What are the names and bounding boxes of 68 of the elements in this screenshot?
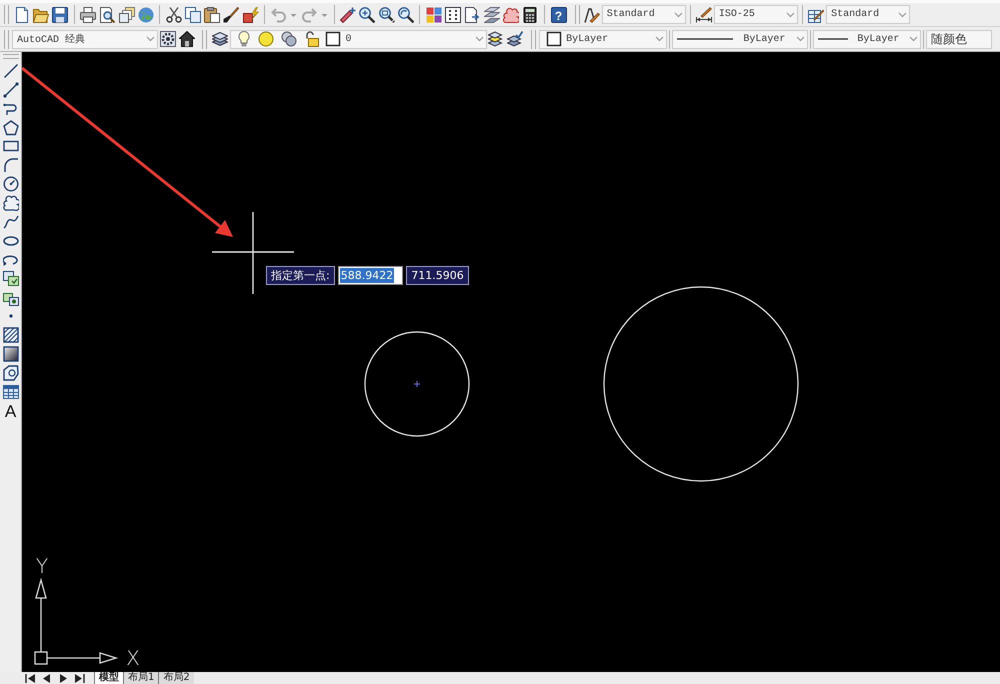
hatch-icon[interactable] [2,327,18,344]
table-style-dropdown[interactable]: Standard [826,5,910,24]
coordinate-field[interactable]: 588.9422 [338,266,404,285]
cloud-icon[interactable] [502,6,519,22]
color-grid-icon[interactable] [426,6,442,22]
brush-icon[interactable] [223,6,240,22]
plot-style-dropdown[interactable]: 随颜色 [926,30,992,48]
color-swatch-icon[interactable] [546,31,562,47]
origin-square [34,651,48,665]
spline-icon[interactable] [2,214,18,230]
line-endpoints-icon[interactable] [2,82,18,98]
cloud-outline-icon[interactable] [2,195,18,212]
line-icon[interactable] [2,62,18,79]
skip-right-icon[interactable] [72,672,86,684]
printer-icon[interactable] [80,6,96,22]
prompt-label: 指定第一点: [266,266,335,285]
layout-tab[interactable]: 布局2 [158,672,194,684]
disc-pair-icon[interactable] [280,31,297,47]
magnifier-icon[interactable] [398,6,414,22]
skip-left-icon[interactable] [24,672,38,684]
folder-icon[interactable] [32,6,49,22]
page-arrow-icon[interactable] [464,6,480,22]
pentagon-icon[interactable] [2,120,18,136]
magnifier-window-icon[interactable] [378,6,395,22]
calculator-icon[interactable] [522,6,538,22]
squares-tick-icon[interactable] [2,270,18,287]
square-bolt-icon[interactable] [242,6,259,22]
center-mark-icon [414,380,420,388]
region-icon[interactable] [2,365,18,382]
new-file-icon[interactable] [14,6,30,22]
layout-tab[interactable]: 布局1 [123,672,158,684]
color-swatch-icon[interactable] [324,31,341,47]
clipboard-icon[interactable] [204,6,220,22]
workspace-dropdown[interactable]: AutoCAD 经典 [12,30,158,48]
magnifier-plus-icon[interactable] [359,6,376,22]
circle-icon[interactable] [2,176,18,192]
bulb-icon[interactable] [236,31,252,47]
dimension-style-dropdown[interactable]: ISO-25 [714,5,798,24]
pen-stroke-icon[interactable] [584,6,600,22]
dotted-grid-icon[interactable] [445,6,462,22]
house-icon[interactable] [178,31,195,47]
stacked-sheets-icon[interactable] [484,6,500,22]
copy-icon[interactable] [185,6,202,22]
stacked-pages-icon[interactable] [118,6,135,22]
layers-check-icon[interactable] [507,31,524,47]
color-dropdown[interactable]: ByLayer [538,30,667,48]
text-style-dropdown[interactable]: Standard [602,5,686,24]
axis-label: X [126,646,140,670]
sun-icon[interactable] [258,31,274,47]
lineweight-dropdown[interactable]: ByLayer [812,30,921,48]
layers-arrow-icon[interactable] [488,31,504,47]
text-tool-button[interactable]: A [2,402,20,421]
page-magnifier-icon[interactable] [99,6,116,22]
gradient-icon[interactable] [2,346,18,362]
layers-icon[interactable] [212,31,228,47]
marker-plus-icon[interactable] [340,6,356,22]
axis-label: Y [36,554,48,578]
scissors-icon[interactable] [166,6,182,22]
linetype-dropdown[interactable]: ByLayer [672,30,808,48]
layer-dropdown[interactable]: 0 [230,30,487,48]
coordinate-field[interactable]: 711.5906 [406,266,469,285]
dimension-pen-icon[interactable] [696,6,712,22]
help-button[interactable]: ? [550,6,566,22]
layout-tab[interactable]: 模型 [94,672,123,684]
table-icon[interactable] [2,384,18,400]
x-axis-arrow [47,652,118,664]
arc-icon[interactable] [2,157,18,174]
gear-icon[interactable] [160,31,176,47]
